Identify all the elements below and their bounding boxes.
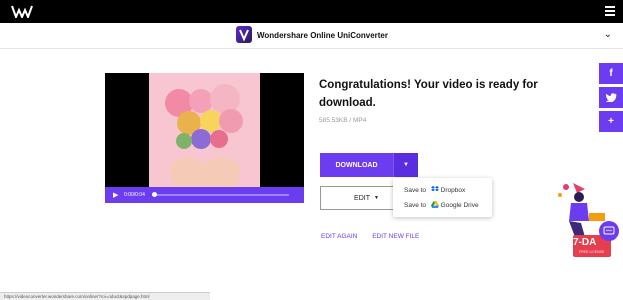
progress-bar[interactable] <box>152 194 289 196</box>
result-heading: Congratulations! Your video is ready for… <box>319 79 538 109</box>
promo-badge-text: 7-DA <box>573 237 596 248</box>
download-dropdown-button[interactable]: ▼ <box>393 153 418 177</box>
save-to-google-drive-item[interactable]: Save to Google Drive <box>404 201 479 209</box>
save-to-label: Save to <box>404 202 427 209</box>
save-to-label: Save to <box>404 187 427 194</box>
edit-new-file-link[interactable]: EDIT NEW FILE <box>372 233 419 240</box>
uniconverter-app-icon <box>236 26 252 43</box>
video-player[interactable]: ▶ 0:00/0:04 <box>105 73 304 203</box>
edit-again-link[interactable]: EDIT AGAIN <box>321 233 357 240</box>
facebook-icon[interactable]: f <box>599 63 623 84</box>
edit-links: EDIT AGAIN EDIT NEW FILE <box>321 233 432 240</box>
dropbox-label: Dropbox <box>440 187 466 194</box>
hamburger-menu-icon[interactable] <box>605 6 615 16</box>
file-meta: 585.53KB / MP4 <box>319 117 367 124</box>
player-time: 0:00/0:04 <box>124 192 145 198</box>
promo-subtext: FREE LICENSE <box>579 250 605 254</box>
browser-status-url: https://videoconverter.wondershare.com/o… <box>0 292 210 300</box>
save-to-dropbox-item[interactable]: Save to Dropbox <box>404 186 465 194</box>
wondershare-logo-icon[interactable] <box>11 5 33 18</box>
promo-widget[interactable]: 7-DA FREE LICENSE <box>551 179 623 259</box>
play-icon[interactable]: ▶ <box>113 191 118 199</box>
app-header: Wondershare Online UniConverter ⌄ <box>0 23 623 49</box>
progress-handle[interactable] <box>152 192 157 197</box>
caret-down-icon: ▼ <box>403 162 409 168</box>
edit-label: EDIT <box>354 194 370 202</box>
download-button[interactable]: DOWNLOAD <box>320 153 393 177</box>
social-share-bar: f + <box>599 63 623 135</box>
app-title: Wondershare Online UniConverter <box>257 31 388 40</box>
chevron-down-icon[interactable]: ⌄ <box>604 29 612 40</box>
google-drive-icon <box>430 201 439 208</box>
google-drive-label: Google Drive <box>440 202 479 209</box>
video-thumbnail <box>149 73 260 187</box>
save-to-menu: Save to Dropbox Save to Google Drive <box>393 178 492 217</box>
dropbox-icon <box>430 186 439 192</box>
player-controls: ▶ 0:00/0:04 <box>105 187 304 203</box>
twitter-icon[interactable] <box>599 87 623 108</box>
top-bar <box>0 0 623 23</box>
caret-down-icon: ▼ <box>374 195 379 201</box>
plus-icon[interactable]: + <box>599 111 623 132</box>
